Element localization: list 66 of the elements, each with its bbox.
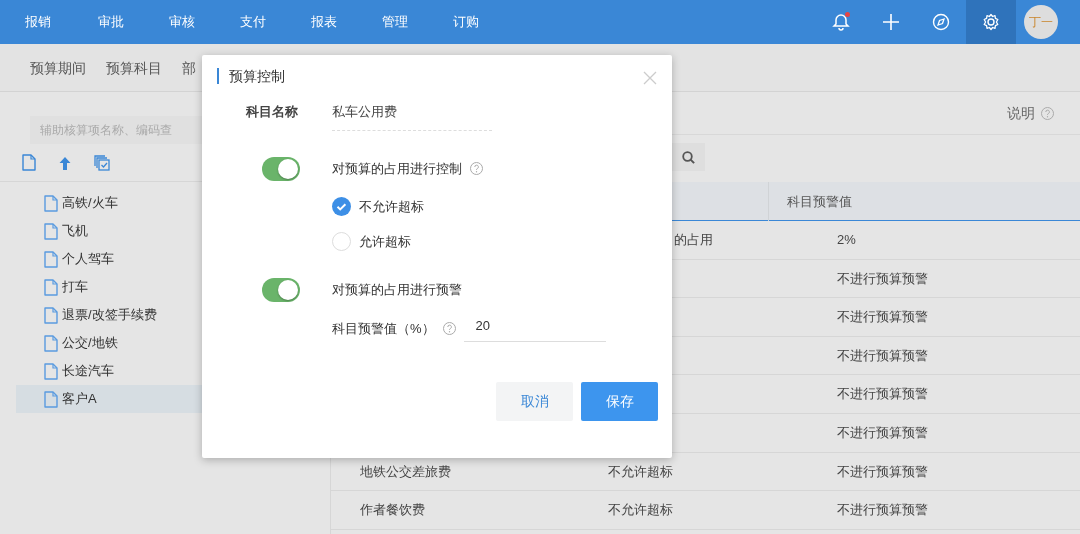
tab[interactable]: 预算科目 [96, 44, 172, 91]
nav-menu-item[interactable]: 审批 [75, 0, 146, 44]
table-cell: 不进行预算预警 [837, 270, 928, 286]
table-cell: 不进行预算预警 [837, 502, 928, 518]
table-cell: 不允许超标 [608, 463, 673, 479]
nav-menu-item[interactable]: 报表 [288, 0, 359, 44]
file-icon [44, 306, 58, 324]
toolbar-button[interactable] [966, 0, 1016, 44]
file-icon [44, 194, 58, 212]
file-icon [22, 154, 36, 171]
settings-icon [982, 13, 1000, 31]
tree-item[interactable]: 打车 [16, 273, 316, 301]
radio-option[interactable]: 允许超标 [332, 232, 672, 252]
radio-option[interactable]: 不允许超标 [332, 196, 672, 216]
table-cell: 不进行预算预警 [837, 309, 928, 325]
table-cell: 不进行预算预警 [837, 424, 928, 440]
help-icon [442, 322, 456, 336]
file-icon [44, 362, 58, 380]
tree-item[interactable]: 高铁/火车 [16, 189, 316, 217]
help-icon [470, 162, 483, 175]
table-cell: 的占用 [674, 232, 713, 247]
table-cell: 2% [837, 232, 856, 247]
nav-menu-item[interactable]: 报销 [0, 0, 75, 44]
new-file-button[interactable] [22, 154, 36, 171]
bell-icon [832, 13, 850, 31]
field-value: 私车公用费 [332, 102, 492, 131]
plus-icon [882, 13, 900, 31]
toggle-switch[interactable] [262, 277, 300, 302]
file-icon [44, 278, 58, 296]
nav-menu-item[interactable]: 支付 [217, 0, 288, 44]
dialog-title: 预算控制 [217, 68, 672, 84]
tree-item[interactable]: 长途汽车 [16, 357, 316, 385]
column-header: 科目预警值 [768, 182, 1080, 221]
tree-item[interactable]: 退票/改签手续费 [16, 301, 316, 329]
cancel-button[interactable]: 取消 [496, 382, 573, 421]
table-cell: 作者餐饮费 [360, 502, 425, 518]
tree-item[interactable]: 个人驾车 [16, 245, 316, 273]
tab[interactable]: 预算期间 [20, 44, 96, 91]
search-button[interactable] [671, 143, 705, 171]
table-cell: 不进行预算预警 [837, 347, 928, 363]
table-cell: 不进行预算预警 [837, 463, 928, 479]
table-cell: 不允许超标 [608, 502, 673, 518]
copy-check-icon [94, 154, 110, 171]
toggle-switch[interactable] [262, 156, 300, 181]
switch-label: 对预算的占用进行控制 [332, 159, 462, 178]
field-label: 科目预警值（%） [332, 320, 435, 338]
file-icon [44, 250, 58, 268]
nav-menu-item[interactable]: 管理 [359, 0, 430, 44]
search-icon [681, 150, 695, 164]
compass-icon [932, 13, 950, 31]
help-link[interactable]: 说明 [1007, 102, 1035, 124]
tree-item[interactable]: 飞机 [16, 217, 316, 245]
table-cell: 不进行预算预警 [837, 386, 928, 402]
nav-menu-item[interactable]: 审核 [146, 0, 217, 44]
tree-item[interactable]: 公交/地铁 [16, 329, 316, 357]
file-icon [44, 222, 58, 240]
file-icon [44, 334, 58, 352]
checked-radio-icon [332, 196, 351, 216]
help-icon [1041, 106, 1054, 120]
table-cell: 地铁公交差旅费 [360, 463, 451, 479]
file-icon [44, 390, 58, 408]
nav-menu-item[interactable]: 订购 [430, 0, 501, 44]
tab[interactable]: 部 [172, 44, 206, 91]
switch-label: 对预算的占用进行预警 [332, 280, 462, 299]
copy-button[interactable] [94, 154, 110, 171]
close-icon [642, 69, 658, 86]
